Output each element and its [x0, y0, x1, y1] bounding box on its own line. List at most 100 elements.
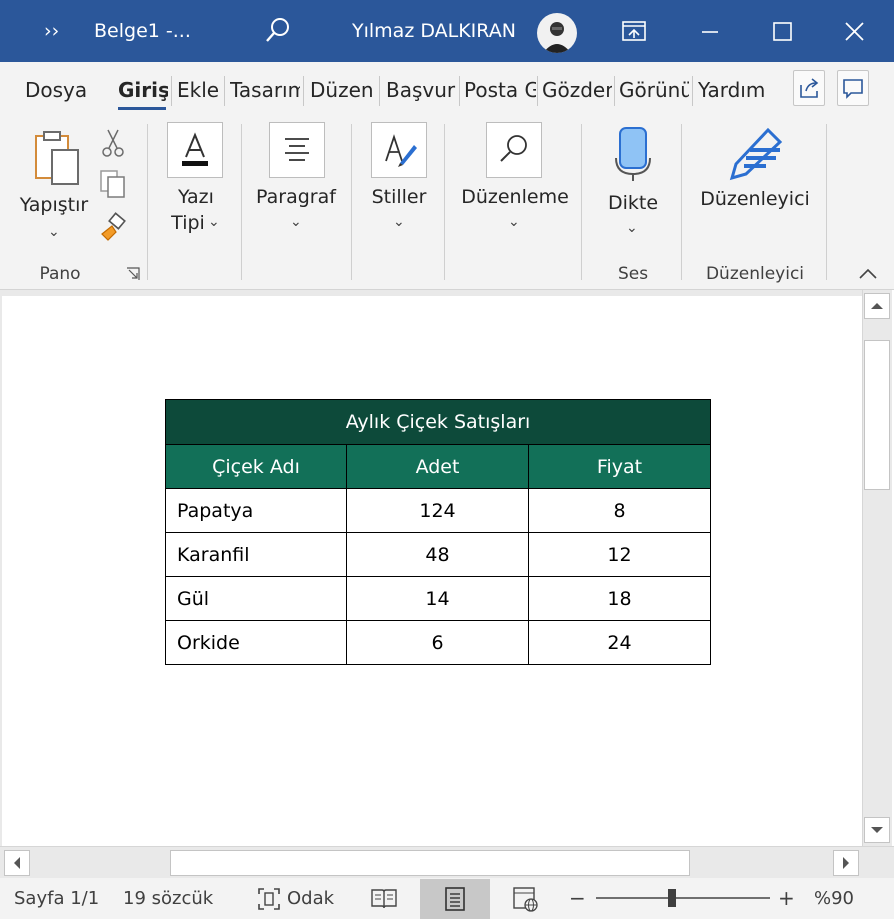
document-page[interactable]: Aylık Çiçek Satışları Çiçek Adı Adet Fiy…: [2, 296, 862, 846]
search-icon[interactable]: [264, 0, 294, 62]
ribbon-tabs: Dosya Giriş Ekle Tasarım Düzen Başvurula…: [0, 62, 894, 116]
editor-label: Düzenleyici: [700, 188, 810, 210]
tab-giris[interactable]: Giriş: [118, 62, 168, 116]
group-label-duzenleyici: Düzenleyici: [705, 264, 805, 284]
cut-icon[interactable]: [100, 128, 126, 164]
avatar[interactable]: [537, 13, 577, 53]
font-button[interactable]: Yazı Tipi ⌄: [160, 122, 232, 252]
table-cell: 48: [346, 532, 529, 577]
print-layout-button[interactable]: [420, 879, 490, 919]
word-count[interactable]: 19 sözcük: [123, 878, 213, 919]
table-row: Gül 14 18: [165, 576, 711, 621]
editor-button[interactable]: Düzenleyici: [696, 122, 814, 252]
table-row: Karanfil 48 12: [165, 532, 711, 577]
maximize-icon[interactable]: [746, 0, 818, 62]
quick-access-overflow-button[interactable]: ››: [44, 0, 59, 62]
tab-yardim[interactable]: Yardım: [698, 62, 768, 116]
chevron-down-icon: ⌄: [208, 214, 220, 230]
chevron-down-icon: ⌄: [393, 214, 405, 230]
document-title[interactable]: Belge1 -...: [94, 0, 191, 62]
font-color-icon: [167, 122, 223, 178]
chevron-down-icon: ⌄: [48, 224, 60, 240]
tab-tasarim[interactable]: Tasarım: [230, 62, 300, 116]
group-separator: [351, 124, 352, 280]
tab-divider: [379, 76, 380, 106]
tab-basvurular[interactable]: Başvurular: [386, 62, 456, 116]
table-cell: Gül: [165, 576, 347, 621]
comments-button[interactable]: [837, 70, 869, 106]
collapse-ribbon-icon[interactable]: [858, 266, 878, 285]
vertical-scrollbar[interactable]: [862, 290, 892, 846]
zoom-slider[interactable]: [596, 897, 770, 899]
tab-ekle[interactable]: Ekle: [177, 62, 221, 116]
paragraph-button[interactable]: Paragraf ⌄: [250, 122, 342, 252]
sales-table: Aylık Çiçek Satışları Çiçek Adı Adet Fiy…: [165, 399, 711, 665]
table-header-row: Çiçek Adı Adet Fiyat: [165, 444, 711, 489]
table-cell: Orkide: [165, 620, 347, 665]
scroll-left-icon[interactable]: [4, 850, 30, 876]
ribbon-display-options-icon[interactable]: [598, 0, 670, 62]
scroll-right-icon[interactable]: [833, 850, 859, 876]
tab-divider: [537, 76, 538, 106]
find-icon: [486, 122, 542, 178]
copy-icon[interactable]: [98, 168, 128, 204]
chevron-down-icon: ⌄: [290, 214, 302, 230]
styles-icon: [371, 122, 427, 178]
table-cell: 18: [528, 576, 711, 621]
tab-gorunum[interactable]: Görünüm: [619, 62, 689, 116]
table-row: Papatya 124 8: [165, 488, 711, 533]
tab-divider: [303, 76, 304, 106]
microphone-icon: [615, 127, 651, 181]
dictate-label: Dikte: [607, 192, 659, 214]
group-separator: [581, 124, 582, 280]
title-bar: ›› Belge1 -... Yılmaz DALKIRAN: [0, 0, 894, 62]
align-paragraph-icon: [269, 122, 325, 178]
ribbon: Yapıştır ⌄ Pano Yazı Tipi ⌄ Paragraf ⌄ S…: [0, 116, 894, 290]
font-label-line1: Yazı: [178, 186, 214, 208]
share-button[interactable]: [793, 70, 825, 106]
horizontal-scroll-thumb[interactable]: [170, 850, 690, 876]
close-icon[interactable]: [818, 0, 890, 62]
zoom-slider-thumb[interactable]: [668, 889, 676, 907]
tab-divider: [692, 76, 693, 106]
format-painter-icon[interactable]: [98, 212, 128, 248]
editing-label: Düzenleme: [461, 186, 569, 208]
zoom-level[interactable]: %90: [814, 878, 854, 919]
table-cell: 6: [346, 620, 529, 665]
table-cell: 12: [528, 532, 711, 577]
tab-gozden-gecir[interactable]: Gözden Geçir: [542, 62, 612, 116]
styles-button[interactable]: Stiller ⌄: [362, 122, 436, 252]
table-cell: 24: [528, 620, 711, 665]
group-separator: [147, 124, 148, 280]
vertical-scroll-thumb[interactable]: [864, 340, 890, 490]
editor-pen-icon: [729, 127, 783, 181]
styles-label: Stiller: [371, 186, 427, 208]
read-mode-icon[interactable]: [370, 886, 398, 917]
tab-divider: [224, 76, 225, 106]
user-name[interactable]: Yılmaz DALKIRAN: [352, 0, 516, 62]
tab-divider: [459, 76, 460, 106]
paste-button[interactable]: Yapıştır ⌄: [14, 124, 94, 254]
editing-button[interactable]: Düzenleme ⌄: [456, 122, 574, 252]
tab-dosya[interactable]: Dosya: [25, 62, 89, 116]
focus-mode-button[interactable]: Odak: [256, 878, 346, 919]
table-cell: 14: [346, 576, 529, 621]
dictate-button[interactable]: Dikte ⌄: [596, 122, 670, 252]
scroll-down-icon[interactable]: [864, 817, 890, 843]
tab-posta-gonderileri[interactable]: Posta Gönderileri: [464, 62, 536, 116]
chevron-down-icon: ⌄: [626, 220, 638, 236]
paste-label: Yapıştır: [19, 194, 89, 216]
table-header-cell: Fiyat: [528, 444, 711, 489]
paragraph-label: Paragraf: [256, 186, 336, 208]
page-count[interactable]: Sayfa 1/1: [14, 878, 99, 919]
dialog-launcher-icon[interactable]: [126, 266, 140, 285]
table-cell: 8: [528, 488, 711, 533]
web-layout-icon[interactable]: [512, 885, 540, 918]
group-separator: [681, 124, 682, 280]
tab-duzen[interactable]: Düzen: [310, 62, 376, 116]
zoom-out-button[interactable]: −: [569, 878, 586, 919]
minimize-icon[interactable]: [674, 0, 746, 62]
scroll-up-icon[interactable]: [864, 293, 890, 319]
horizontal-scrollbar[interactable]: [0, 846, 894, 878]
zoom-in-button[interactable]: +: [778, 878, 795, 919]
